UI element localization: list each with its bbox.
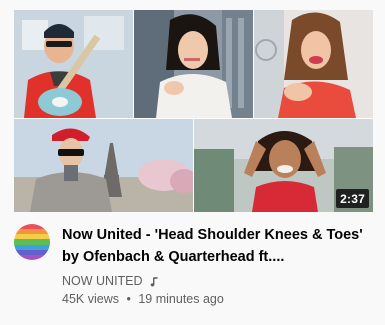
channel-row: NOW UNITED [62,272,376,290]
thumbnail-frame-pointing [254,10,373,118]
video-stats: 45K views • 19 minutes ago [62,290,376,308]
thumbnail-frame-guitarist [14,10,133,118]
video-card[interactable]: 2:37 Now United - 'Head Shoulder Knees &… [0,0,385,325]
channel-name[interactable]: NOW UNITED [62,272,143,290]
video-thumbnail[interactable]: 2:37 [14,10,373,212]
stats-separator: • [126,292,131,306]
video-details: Now United - 'Head Shoulder Knees & Toes… [14,224,376,316]
upload-age: 19 minutes ago [138,292,224,306]
music-note-icon [148,275,160,287]
channel-avatar[interactable] [14,224,50,260]
thumbnail-frame-paris [14,119,193,212]
video-meta: Now United - 'Head Shoulder Knees & Toes… [62,224,376,308]
video-title[interactable]: Now United - 'Head Shoulder Knees & Toes… [62,224,376,268]
thumbnail-frame-white-outfit [134,10,253,118]
duration-badge: 2:37 [336,189,369,208]
view-count: 45K views [62,292,119,306]
